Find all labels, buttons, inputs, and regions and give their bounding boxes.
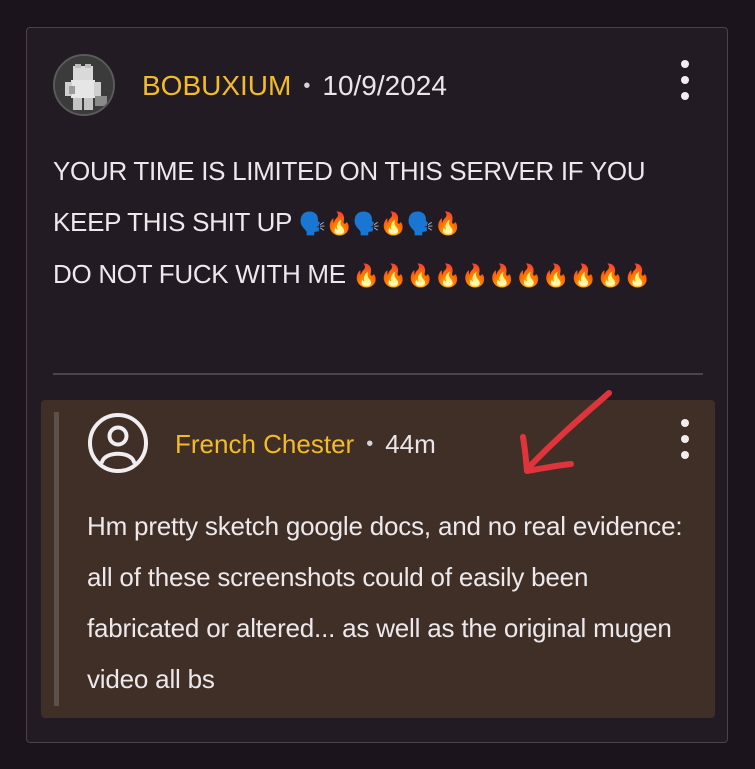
- kebab-dot: [681, 76, 689, 84]
- kebab-dot: [681, 435, 689, 443]
- reply-author-name[interactable]: French Chester: [175, 429, 354, 460]
- post-line-2-text: DO NOT FUCK WITH ME: [53, 259, 346, 289]
- post-author-avatar[interactable]: [53, 54, 115, 116]
- meta-separator: •: [366, 432, 374, 455]
- reply-thread-bar: [54, 412, 59, 706]
- post-line-2-emojis: 🔥🔥🔥🔥🔥🔥🔥🔥🔥🔥🔥: [352, 263, 651, 288]
- page: BOBUXIUM • 10/9/2024 YOUR TIME IS LIMITE…: [0, 0, 755, 769]
- reply-body: Hm pretty sketch google docs, and no rea…: [87, 511, 683, 694]
- post-divider: [53, 373, 703, 375]
- post-options-menu-button[interactable]: [678, 60, 692, 100]
- reply-meta: French Chester • 44m: [175, 426, 436, 462]
- kebab-menu-icon: [681, 419, 689, 427]
- red-arrow-icon: [520, 390, 612, 474]
- kebab-menu-icon: [681, 60, 689, 68]
- kebab-dot: [681, 92, 689, 100]
- kebab-dot: [681, 451, 689, 459]
- post-line-1: YOUR TIME IS LIMITED ON THIS SERVER IF Y…: [53, 146, 703, 249]
- post-card: BOBUXIUM • 10/9/2024 YOUR TIME IS LIMITE…: [26, 27, 728, 743]
- reply-time: 44m: [385, 428, 436, 459]
- blocky-character-avatar-icon: [55, 56, 113, 114]
- post-date: 10/9/2024: [322, 70, 447, 101]
- meta-separator: •: [303, 74, 311, 97]
- post-meta: BOBUXIUM • 10/9/2024: [142, 68, 447, 104]
- user-circle-icon[interactable]: [87, 412, 149, 474]
- post-line-2: DO NOT FUCK WITH ME 🔥🔥🔥🔥🔥🔥🔥🔥🔥🔥🔥: [53, 249, 703, 301]
- post-line-1-emojis: 🗣️🔥🗣️🔥🗣️🔥: [298, 211, 462, 236]
- post-body: YOUR TIME IS LIMITED ON THIS SERVER IF Y…: [53, 146, 703, 301]
- reply-options-menu-button[interactable]: [678, 419, 692, 459]
- post-author-name[interactable]: BOBUXIUM: [142, 70, 291, 102]
